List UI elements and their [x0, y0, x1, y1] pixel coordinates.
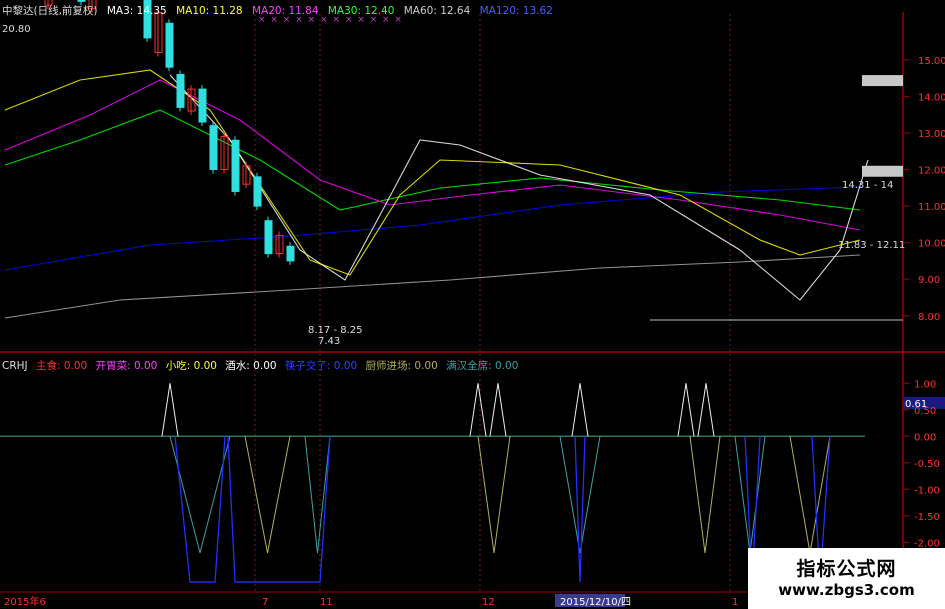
watermark-url: www.zbgs3.com	[778, 581, 915, 599]
indicator-tick-label: 0.00	[914, 432, 936, 443]
indicator-tick-label: -0.50	[914, 459, 940, 470]
indicator-tick-label: -1.00	[914, 485, 940, 496]
ma10-label: MA10: 11.28	[176, 5, 243, 17]
ma120-label: MA120: 13.62	[479, 5, 553, 17]
price-tick-label: 12.00	[918, 166, 945, 177]
stock-title: 中黎达(日线,前复权)	[2, 5, 98, 17]
ind-item-4: 筷子交了: 0.00	[284, 360, 358, 372]
candle	[165, 22, 174, 68]
header-marks: × × × × × × × × × × × ×	[258, 15, 403, 25]
x-axis-label: 2015/12/10/四	[560, 597, 631, 608]
price-tick-label: 15.00	[918, 56, 945, 67]
ind-item-6: 满汉全席: 0.00	[446, 360, 519, 372]
candle	[286, 245, 295, 262]
price-tick-label: 8.00	[918, 312, 940, 323]
price-tick-label: 13.00	[918, 129, 945, 140]
price-tick-label: 14.00	[918, 92, 945, 103]
indicator-tick-label: 0.50	[914, 406, 936, 417]
ind-item-3: 酒水: 0.00	[225, 360, 277, 372]
candle	[253, 176, 262, 207]
watermark-title: 指标公式网	[796, 558, 897, 580]
x-axis-label: 11	[320, 597, 333, 608]
ma3-label: MA3: 14.35	[106, 5, 167, 17]
candle	[198, 88, 207, 123]
price-annotation: 11.83 - 12.11	[838, 240, 905, 251]
price-tick-label: 11.00	[918, 202, 945, 213]
price-annotation: 20.80	[2, 24, 31, 35]
price-annotation: 14.31 - 14	[842, 180, 893, 191]
price-annotation: 8.17 - 8.25	[308, 325, 363, 336]
indicator-tick-label: -1.50	[914, 512, 940, 523]
ind-item-1: 开胃菜: 0.00	[95, 360, 158, 372]
price-highlight-box	[862, 75, 903, 87]
candle	[264, 220, 273, 255]
price-tick-label: 9.00	[918, 275, 940, 286]
stock-chart[interactable]: 20.80 8.17 - 8.257.43 14.31 - 14 11.83 - 12…	[0, 0, 945, 609]
price-highlight-box	[862, 165, 903, 177]
x-axis-label: 2015年6	[4, 595, 46, 608]
x-axis-label: 7	[262, 597, 268, 608]
x-axis-label: 1	[732, 597, 738, 608]
candle	[209, 125, 218, 171]
price-tick-label: 10.00	[918, 239, 945, 250]
ma60-label: MA60: 12.64	[403, 5, 471, 17]
indicator-header: CRHJ 主食: 0.00 开胃菜: 0.00 小吃: 0.00 酒水: 0.0…	[2, 358, 523, 373]
ind-item-5: 厨师进场: 0.00	[365, 360, 438, 372]
ind-item-0: 主食: 0.00	[35, 360, 88, 372]
indicator-name: CRHJ	[2, 360, 28, 372]
watermark-logo: 指标公式网 www.zbgs3.com	[748, 548, 945, 609]
x-axis-label: 12	[482, 597, 495, 608]
candle	[77, 0, 86, 2]
candle	[231, 139, 240, 192]
candle	[176, 73, 185, 108]
price-annotation: 7.43	[318, 336, 340, 347]
ind-item-2: 小吃: 0.00	[165, 360, 217, 372]
indicator-tick-label: 1.00	[914, 379, 936, 390]
